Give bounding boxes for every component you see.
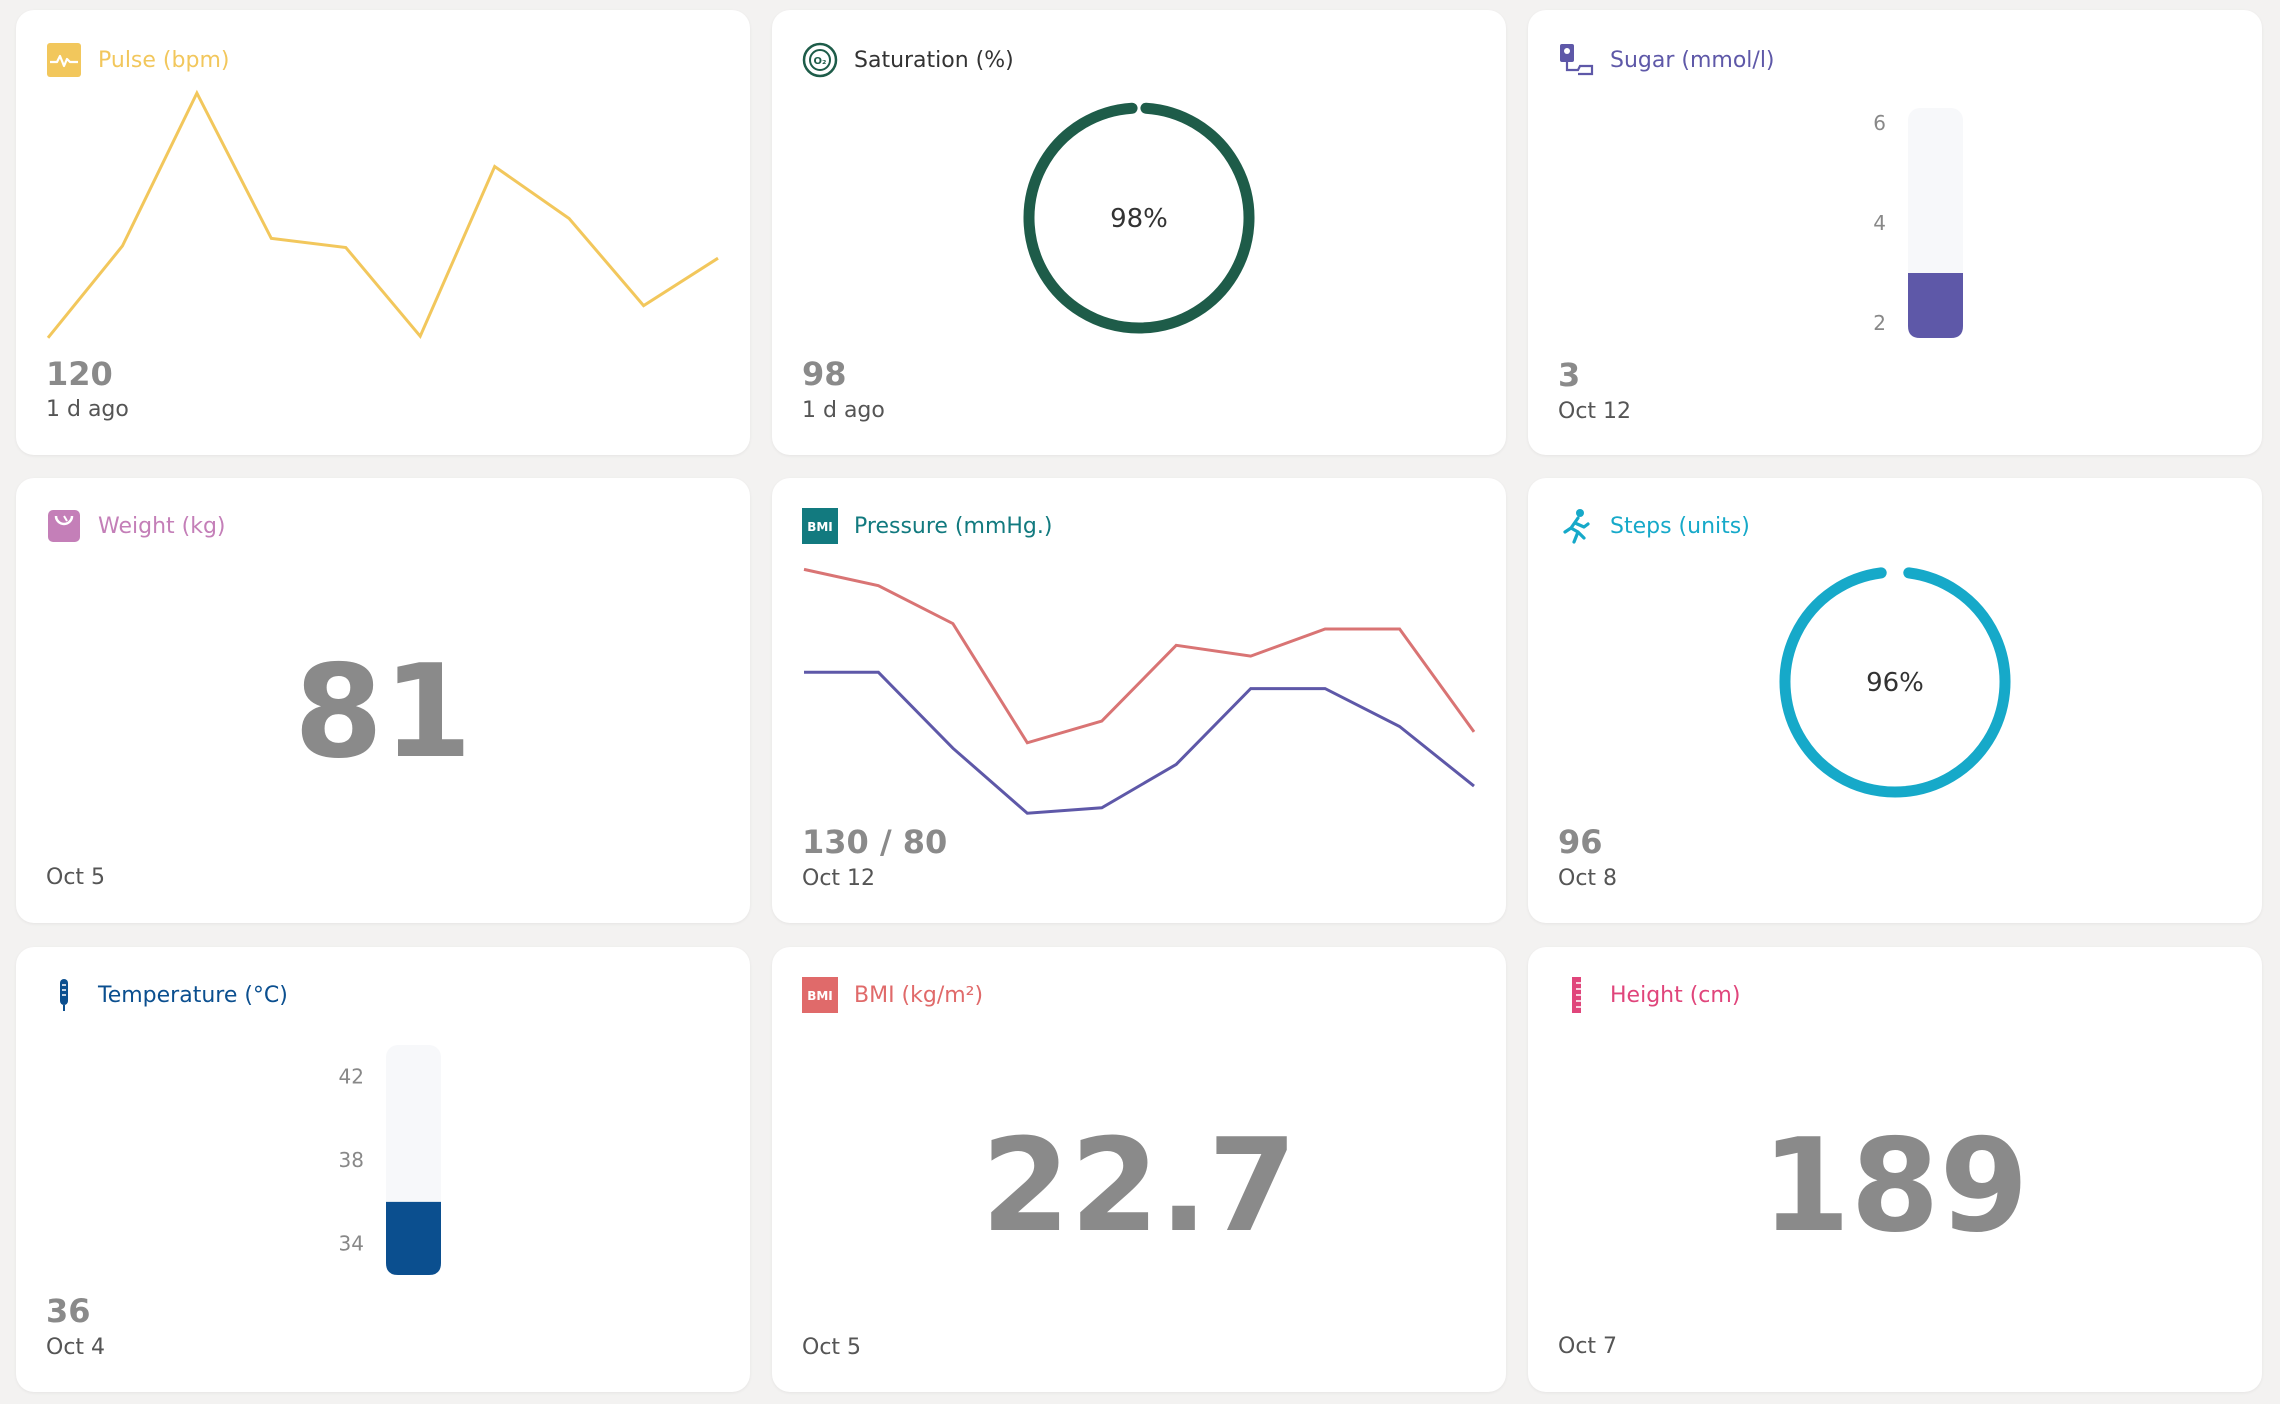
pressure-line-series-2 <box>804 670 1475 815</box>
glucose-meter-icon <box>1558 42 1594 78</box>
temperature-level-bar: 42 38 34 <box>339 1045 441 1275</box>
steps-gauge: 96% <box>1779 567 2011 798</box>
temperature-header: Temperature (°C) <box>46 975 288 1015</box>
thermometer-icon <box>46 977 82 1013</box>
temperature-bar-tick-1: 42 <box>339 1064 364 1088</box>
saturation-gauge: 98% <box>1023 102 1255 334</box>
temperature-bar-tick-2: 38 <box>339 1148 364 1172</box>
saturation-value: 98 <box>802 355 847 393</box>
bmi-badge-icon: BMI <box>802 977 838 1013</box>
saturation-header: O₂ Saturation (%) <box>802 40 1014 80</box>
weight-header: Weight (kg) <box>46 506 226 546</box>
temperature-value: 36 <box>46 1292 91 1330</box>
sugar-date: Oct 12 <box>1558 399 1632 424</box>
saturation-title: Saturation (%) <box>854 47 1014 73</box>
bmi-date: Oct 5 <box>802 1335 862 1360</box>
weight-date: Oct 5 <box>46 865 106 890</box>
temperature-bar-tick-3: 34 <box>339 1232 364 1256</box>
height-title: Height (cm) <box>1610 982 1741 1008</box>
saturation-gauge-label: 98% <box>1110 204 1168 234</box>
sugar-card[interactable]: Sugar (mmol/l) 6 4 2 3 Oct 12 <box>1528 10 2262 455</box>
pulse-date: 1 d ago <box>46 397 129 422</box>
saturation-card[interactable]: O₂ Saturation (%) 98% 98 1 d ago <box>772 10 1506 455</box>
sugar-bar-tick-3: 2 <box>1873 311 1886 335</box>
sugar-bar-tick-2: 4 <box>1873 211 1886 235</box>
pressure-date: Oct 12 <box>802 866 876 891</box>
sugar-title: Sugar (mmol/l) <box>1610 47 1775 73</box>
pulse-card[interactable]: Pulse (bpm) 120 1 d ago <box>16 10 750 455</box>
pressure-card[interactable]: BMI Pressure (mmHg.) 130 / 80 Oct 12 <box>772 478 1506 923</box>
sugar-bar-fill <box>1908 273 1963 338</box>
pressure-line-chart <box>803 567 1476 815</box>
running-person-icon <box>1558 508 1594 544</box>
sugar-header: Sugar (mmol/l) <box>1558 40 1775 80</box>
height-big-value: 189 <box>1761 1112 2029 1261</box>
steps-card[interactable]: Steps (units) 96% 96 Oct 8 <box>1528 478 2262 923</box>
steps-date: Oct 8 <box>1558 866 1618 891</box>
steps-gauge-label: 96% <box>1866 668 1924 698</box>
pulse-header: Pulse (bpm) <box>46 40 229 80</box>
height-header: Height (cm) <box>1558 975 1740 1015</box>
pressure-header: BMI Pressure (mmHg.) <box>802 506 1052 546</box>
bmi-big-value: 22.7 <box>981 1112 1297 1261</box>
pressure-line-series-1 <box>803 567 1476 745</box>
sugar-bar-tick-1: 6 <box>1873 111 1886 135</box>
weight-title: Weight (kg) <box>98 513 226 539</box>
saturation-date: 1 d ago <box>802 398 885 423</box>
weight-big-value: 81 <box>293 638 473 787</box>
svg-text:BMI: BMI <box>807 520 833 534</box>
pulse-line-series-1 <box>46 89 719 340</box>
ruler-icon <box>1558 977 1594 1013</box>
height-card[interactable]: Height (cm) 189 Oct 7 <box>1528 947 2262 1392</box>
pressure-title: Pressure (mmHg.) <box>854 513 1053 539</box>
weight-card[interactable]: Weight (kg) 81 Oct 5 <box>16 478 750 923</box>
scale-icon <box>46 508 82 544</box>
pressure-value: 130 / 80 <box>802 823 948 861</box>
pulse-value: 120 <box>46 355 113 393</box>
sugar-value: 3 <box>1558 356 1581 394</box>
temperature-card[interactable]: Temperature (°C) 42 38 34 36 Oct 4 <box>16 947 750 1392</box>
height-date: Oct 7 <box>1558 1334 1618 1359</box>
bmi-header: BMI BMI (kg/m²) <box>802 975 983 1015</box>
heart-pulse-icon <box>46 42 82 78</box>
svg-text:O₂: O₂ <box>814 56 827 67</box>
temperature-date: Oct 4 <box>46 1335 106 1360</box>
svg-text:BMI: BMI <box>807 989 833 1003</box>
bmi-title: BMI (kg/m²) <box>854 982 984 1008</box>
oxygen-o2-icon: O₂ <box>802 42 838 78</box>
pulse-title: Pulse (bpm) <box>98 47 230 73</box>
steps-value: 96 <box>1558 823 1603 861</box>
bmi-card[interactable]: BMI BMI (kg/m²) 22.7 Oct 5 <box>772 947 1506 1392</box>
pulse-line-chart <box>46 89 719 340</box>
bmi-badge-icon: BMI <box>802 508 838 544</box>
sugar-level-bar: 6 4 2 <box>1873 108 1963 338</box>
temperature-title: Temperature (°C) <box>98 982 288 1008</box>
steps-header: Steps (units) <box>1558 506 1750 546</box>
temperature-bar-fill <box>386 1201 441 1275</box>
steps-title: Steps (units) <box>1610 513 1750 539</box>
